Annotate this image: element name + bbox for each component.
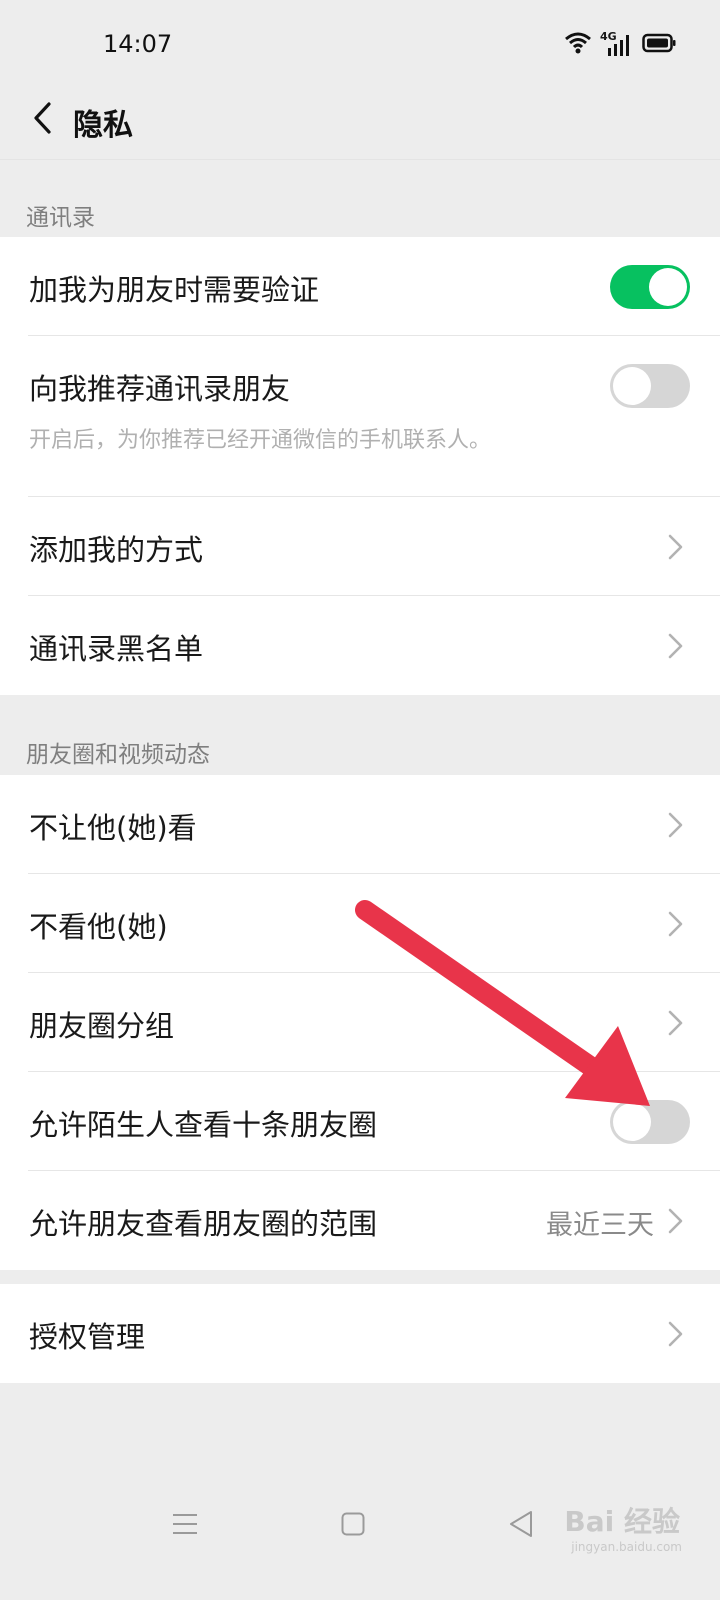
toggle-knob (613, 1103, 651, 1141)
wifi-icon (564, 32, 592, 58)
chevron-right-icon (662, 533, 686, 561)
setting-moments-range[interactable]: 允许朋友查看朋友圈的范围 最近三天 (0, 1171, 720, 1270)
network-type: 4G (600, 30, 617, 43)
verify-friend-toggle[interactable] (610, 265, 690, 309)
status-icons: 4G (564, 30, 676, 58)
page-title: 隐私 (73, 108, 133, 143)
watermark-url: jingyan.baidu.com (571, 1540, 682, 1554)
chevron-right-icon (662, 1009, 686, 1037)
home-icon[interactable] (341, 1512, 365, 1540)
chevron-left-icon (31, 101, 53, 139)
setting-auth-management[interactable]: 授权管理 (0, 1284, 720, 1383)
setting-verify-friend: 加我为朋友时需要验证 (0, 237, 720, 336)
moments-groups-label: 朋友圈分组 (29, 1009, 175, 1043)
status-bar: 14:07 4G (0, 0, 720, 90)
signal-icon: 4G (600, 30, 632, 56)
menu-icon[interactable] (172, 1512, 198, 1540)
moments-range-label: 允许朋友查看朋友圈的范围 (29, 1207, 378, 1241)
section-header-moments: 朋友圈和视频动态 (26, 742, 210, 768)
back-button[interactable] (20, 98, 64, 142)
setting-stranger-view: 允许陌生人查看十条朋友圈 (0, 1072, 720, 1171)
recommend-contacts-label: 向我推荐通讯录朋友 (29, 372, 291, 406)
watermark-logo: Bai 经验 (564, 1505, 680, 1538)
setting-recommend-contacts: 向我推荐通讯录朋友 开启后，为你推荐已经开通微信的手机联系人。 (0, 336, 720, 497)
stranger-view-toggle[interactable] (610, 1100, 690, 1144)
auth-management-label: 授权管理 (29, 1320, 146, 1354)
stranger-view-label: 允许陌生人查看十条朋友圈 (29, 1108, 378, 1142)
chevron-right-icon (662, 632, 686, 660)
chevron-right-icon (662, 1207, 686, 1235)
setting-add-methods[interactable]: 添加我的方式 (0, 497, 720, 596)
dont-let-see-label: 不让他(她)看 (29, 811, 197, 845)
section-header-contacts: 通讯录 (26, 205, 95, 231)
setting-moments-groups[interactable]: 朋友圈分组 (0, 973, 720, 1072)
contacts-group: 加我为朋友时需要验证 向我推荐通讯录朋友 开启后，为你推荐已经开通微信的手机联系… (0, 237, 720, 695)
recommend-contacts-toggle[interactable] (610, 364, 690, 408)
moments-group: 不让他(她)看 不看他(她) 朋友圈分组 允许陌生人查看十条朋友圈 允许朋友查看… (0, 775, 720, 1270)
status-time: 14:07 (103, 30, 173, 58)
dont-see-label: 不看他(她) (29, 910, 168, 944)
contacts-blacklist-label: 通讯录黑名单 (29, 632, 204, 666)
chevron-right-icon (662, 811, 686, 839)
toggle-knob (613, 367, 651, 405)
toggle-knob (649, 268, 687, 306)
chevron-right-icon (662, 1320, 686, 1348)
setting-contacts-blacklist[interactable]: 通讯录黑名单 (0, 596, 720, 695)
setting-dont-see[interactable]: 不看他(她) (0, 874, 720, 973)
add-methods-label: 添加我的方式 (29, 533, 204, 567)
nav-bar: 隐私 (0, 90, 720, 160)
header-divider (0, 159, 720, 160)
battery-icon (642, 33, 676, 57)
recommend-contacts-description: 开启后，为你推荐已经开通微信的手机联系人。 (29, 428, 492, 453)
moments-range-value: 最近三天 (546, 1210, 654, 1241)
setting-dont-let-see[interactable]: 不让他(她)看 (0, 775, 720, 874)
auth-group: 授权管理 (0, 1284, 720, 1383)
chevron-right-icon (662, 910, 686, 938)
back-icon[interactable] (508, 1510, 534, 1542)
verify-friend-label: 加我为朋友时需要验证 (29, 273, 320, 307)
